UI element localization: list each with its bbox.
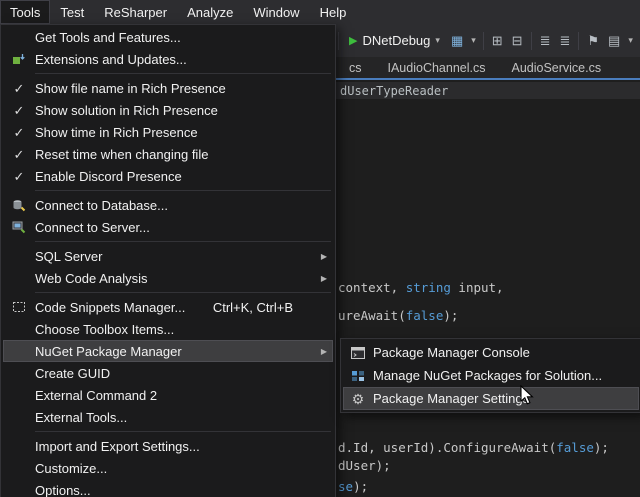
menu-item-sql-server[interactable]: SQL Server ▶ [3,245,333,267]
check-icon: ✓ [14,148,25,161]
toolbar-separator [578,32,579,50]
tab-iaudiochannel[interactable]: IAudioChannel.cs [375,57,499,78]
shortcut-label: Ctrl+K, Ctrl+B [213,300,315,315]
gear-icon: ⚙ [352,392,365,406]
menu-separator [35,73,331,74]
menu-item-nuget-package-manager[interactable]: NuGet Package Manager ▶ [3,340,333,362]
debug-target-label: DNetDebug [362,33,430,48]
menu-separator [35,292,331,293]
database-icon [3,199,35,212]
menu-item-external-tools[interactable]: External Tools... [3,406,333,428]
packages-icon [343,370,373,382]
submenu-arrow-icon: ▶ [315,274,333,283]
chevron-down-icon[interactable]: ▾ [471,35,476,46]
check-icon: ✓ [14,82,25,95]
console-icon [343,347,373,359]
code-line: d.Id, userId).ConfigureAwait(false); [338,440,609,455]
code-line: se); [338,479,368,494]
nuget-submenu: Package Manager Console Manage NuGet Pac… [340,338,640,413]
bookmark-icon[interactable]: ⚑ [586,31,600,51]
submenu-item-package-manager-console[interactable]: Package Manager Console [343,341,639,364]
start-debug-button[interactable]: ▶ DNetDebug ▾ [346,31,443,50]
submenu-arrow-icon: ▶ [315,347,333,356]
menu-item-external-command-2[interactable]: External Command 2 [3,384,333,406]
extensions-icon [3,53,35,65]
submenu-arrow-icon: ▶ [315,252,333,261]
indent-icon[interactable]: ≣ [539,31,552,51]
new-window-icon[interactable]: ⊞ [491,31,504,51]
submenu-item-manage-nuget-packages[interactable]: Manage NuGet Packages for Solution... [343,364,639,387]
menu-separator [35,190,331,191]
menu-item-code-snippets-manager[interactable]: Code Snippets Manager... Ctrl+K, Ctrl+B [3,296,333,318]
menu-item-show-file-name[interactable]: ✓ Show file name in Rich Presence [3,77,333,99]
task-list-icon[interactable]: ▤ [607,31,621,51]
menu-item-reset-time[interactable]: ✓ Reset time when changing file [3,143,333,165]
menu-item-show-solution[interactable]: ✓ Show solution in Rich Presence [3,99,333,121]
menu-separator [35,241,331,242]
menu-help[interactable]: Help [310,0,357,24]
check-icon: ✓ [14,126,25,139]
menu-item-choose-toolbox-items[interactable]: Choose Toolbox Items... [3,318,333,340]
menu-item-connect-to-database[interactable]: Connect to Database... [3,194,333,216]
breadcrumb-text: dUserTypeReader [340,84,448,98]
menu-item-customize[interactable]: Customize... [3,457,333,479]
code-line: ureAwait(false); [338,308,458,323]
tab-audioservice[interactable]: AudioService.cs [498,57,614,78]
menu-separator [35,431,331,432]
menu-item-extensions-and-updates[interactable]: Extensions and Updates... [3,48,333,70]
chevron-down-icon: ▾ [435,35,440,46]
code-line: dUser); [338,458,391,473]
tools-menu: Get Tools and Features... Extensions and… [0,24,336,497]
menu-test[interactable]: Test [50,0,94,24]
menu-analyze[interactable]: Analyze [177,0,243,24]
split-window-icon[interactable]: ⊟ [511,31,524,51]
check-icon: ✓ [14,104,25,117]
tab-partial[interactable]: cs [336,57,375,78]
server-icon [3,221,35,234]
toolbar-separator [483,32,484,50]
submenu-item-package-manager-settings[interactable]: ⚙ Package Manager Settings [343,387,639,410]
check-icon: ✓ [14,170,25,183]
menu-item-options[interactable]: Options... [3,479,333,497]
code-line: context, string input, [338,280,504,295]
menu-tools[interactable]: Tools [0,0,50,24]
outdent-icon[interactable]: ≣ [558,31,571,51]
menu-item-enable-discord-presence[interactable]: ✓ Enable Discord Presence [3,165,333,187]
menu-item-create-guid[interactable]: Create GUID [3,362,333,384]
play-icon: ▶ [349,34,357,47]
chevron-down-icon[interactable]: ▾ [628,35,633,46]
menu-item-connect-to-server[interactable]: Connect to Server... [3,216,333,238]
snippets-icon [3,301,35,313]
toolbar-separator [531,32,532,50]
menu-item-import-export-settings[interactable]: Import and Export Settings... [3,435,333,457]
menu-item-show-time[interactable]: ✓ Show time in Rich Presence [3,121,333,143]
menu-item-get-tools-and-features[interactable]: Get Tools and Features... [3,26,333,48]
menubar: Tools Test ReSharper Analyze Window Help [0,0,640,24]
vs-window: Tools Test ReSharper Analyze Window Help… [0,0,640,497]
attach-to-process-icon[interactable]: ▦ [450,31,464,51]
menu-window[interactable]: Window [243,0,309,24]
menu-resharper[interactable]: ReSharper [94,0,177,24]
toolbar-separator [338,32,339,50]
menu-item-web-code-analysis[interactable]: Web Code Analysis ▶ [3,267,333,289]
